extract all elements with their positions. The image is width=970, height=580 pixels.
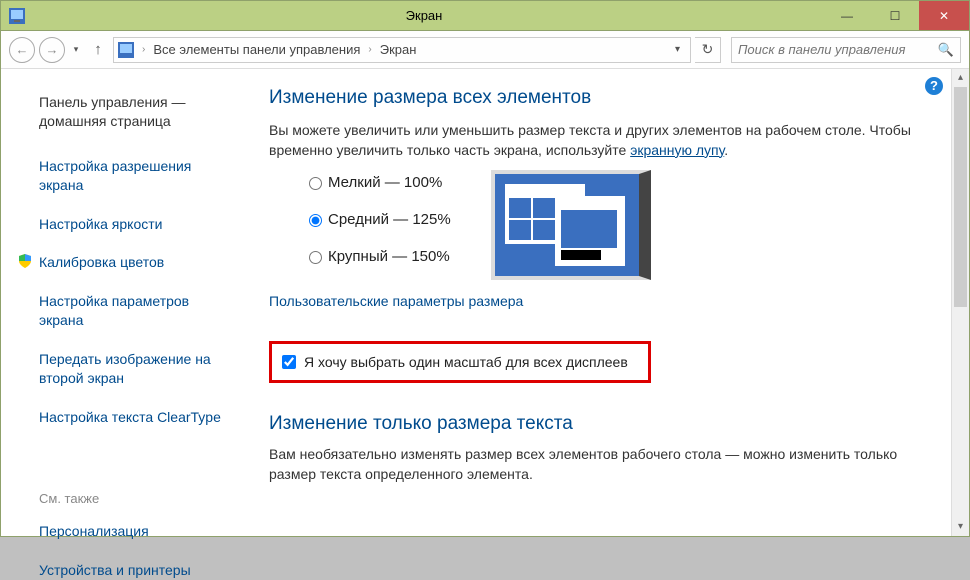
navbar: ← → ▾ ↑ › Все элементы панели управления… [1, 31, 969, 69]
sidebar-link-devices-printers[interactable]: Устройства и принтеры [39, 561, 243, 580]
location-icon [118, 42, 134, 58]
intro-text: Вы можете увеличить или уменьшить размер… [269, 121, 927, 160]
app-icon [9, 8, 25, 24]
sidebar: Панель управления —домашняя страница Нас… [1, 69, 259, 536]
sidebar-link-personalization[interactable]: Персонализация [39, 522, 243, 541]
breadcrumb-sep-icon: › [138, 44, 149, 55]
window: Экран — ☐ ✕ ← → ▾ ↑ › Все элементы панел… [0, 0, 970, 537]
radio-medium[interactable]: Средний — 125% [309, 211, 451, 228]
same-scale-label: Я хочу выбрать один масштаб для всех дис… [304, 354, 628, 370]
window-buttons: — ☐ ✕ [823, 1, 969, 30]
sidebar-link-project[interactable]: Передать изображение навторой экран [39, 350, 243, 388]
breadcrumb-sep-icon: › [364, 44, 375, 55]
text-size-description: Вам необязательно изменять размер всех э… [269, 445, 927, 484]
address-dropdown[interactable]: ▾ [669, 44, 686, 55]
scroll-thumb[interactable] [954, 87, 967, 307]
highlighted-checkbox-row: Я хочу выбрать один масштаб для всех дис… [269, 341, 651, 383]
scrollbar[interactable]: ▴ ▾ [951, 69, 969, 536]
search-input[interactable] [738, 42, 938, 57]
preview-window-2 [555, 196, 625, 266]
titlebar[interactable]: Экран — ☐ ✕ [1, 1, 969, 31]
shield-icon [17, 253, 33, 269]
scroll-down-button[interactable]: ▾ [952, 518, 969, 536]
radio-small-input[interactable] [309, 177, 322, 190]
sidebar-link-resolution[interactable]: Настройка разрешенияэкрана [39, 157, 243, 195]
radio-large-input[interactable] [309, 251, 322, 264]
magnifier-link[interactable]: экранную лупу [630, 142, 724, 158]
maximize-button[interactable]: ☐ [871, 1, 919, 30]
history-dropdown[interactable]: ▾ [69, 44, 83, 55]
sidebar-link-color-calibration[interactable]: Калибровка цветов [39, 253, 164, 272]
window-title: Экран [25, 8, 823, 23]
back-button[interactable]: ← [9, 37, 35, 63]
sidebar-link-display-settings[interactable]: Настройка параметровэкрана [39, 292, 243, 330]
minimize-button[interactable]: — [823, 1, 871, 30]
close-button[interactable]: ✕ [919, 1, 969, 30]
page-heading: Изменение размера всех элементов [269, 87, 927, 109]
scroll-up-button[interactable]: ▴ [952, 69, 969, 87]
radio-medium-input[interactable] [309, 214, 322, 227]
same-scale-checkbox[interactable] [282, 355, 296, 369]
text-size-heading: Изменение только размера текста [269, 413, 927, 435]
main-panel: Изменение размера всех элементов Вы може… [259, 69, 969, 536]
size-options-row: Мелкий — 100% Средний — 125% Крупный — 1… [309, 174, 927, 285]
breadcrumb-all-items[interactable]: Все элементы панели управления [153, 42, 360, 57]
content-area: ? Панель управления —домашняя страница Н… [1, 69, 969, 536]
preview-image [491, 170, 651, 280]
breadcrumb-display[interactable]: Экран [380, 42, 417, 57]
radio-small[interactable]: Мелкий — 100% [309, 174, 451, 191]
search-box[interactable]: 🔍 [731, 37, 961, 63]
up-button[interactable]: ↑ [87, 39, 109, 61]
address-bar[interactable]: › Все элементы панели управления › Экран… [113, 37, 691, 63]
sidebar-link-brightness[interactable]: Настройка яркости [39, 215, 243, 234]
radio-large[interactable]: Крупный — 150% [309, 248, 451, 265]
see-also-header: См. также [39, 491, 243, 506]
forward-button[interactable]: → [39, 37, 65, 63]
scale-radio-group: Мелкий — 100% Средний — 125% Крупный — 1… [309, 174, 451, 285]
control-panel-home-link[interactable]: Панель управления —домашняя страница [39, 93, 243, 131]
refresh-button[interactable]: ↻ [695, 37, 721, 63]
search-icon[interactable]: 🔍 [938, 42, 954, 58]
custom-scaling-link[interactable]: Пользовательские параметры размера [269, 293, 927, 309]
sidebar-link-cleartype[interactable]: Настройка текста ClearType [39, 408, 243, 427]
